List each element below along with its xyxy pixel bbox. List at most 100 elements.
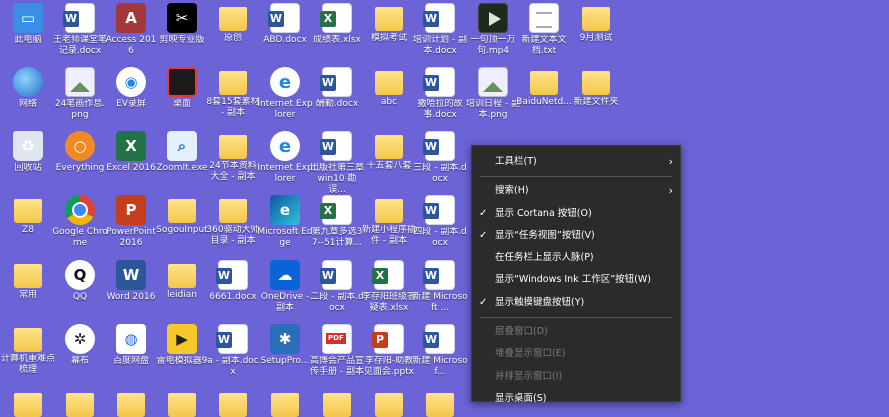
desktop-icon[interactable]: a - 副本.docx [205, 324, 261, 378]
desktop-icon[interactable]: abc [361, 67, 417, 108]
menu-item[interactable]: ✓ 显示 Cortana 按钮(O) [472, 203, 680, 225]
desktop-icon[interactable]: W Word 2016 [103, 260, 159, 303]
desktop-icon[interactable]: 新建文件夹 [568, 67, 624, 108]
desktop-icon[interactable] [205, 389, 261, 417]
desktop-icon-label: a - 副本.docx [207, 356, 259, 377]
desktop-icon[interactable]: ⌕ ZoomIt.exe [154, 131, 210, 174]
desktop-icon[interactable]: ✲ 幕布 [52, 324, 108, 367]
dark-icon [167, 67, 197, 97]
desktop-icon[interactable] [412, 389, 468, 417]
desktop-icon[interactable]: e Microsoft Edge [257, 195, 313, 249]
desktop-icon[interactable]: 常用 [0, 260, 56, 301]
desktop-icon[interactable]: ☁ OneDrive - 副本 [257, 260, 313, 314]
desktop-icon[interactable]: Q QQ [52, 260, 108, 303]
menu-item-label: 搜索(H) [495, 185, 529, 197]
desktop-icon[interactable]: 8套15套素材 - 副本 [205, 67, 261, 119]
desktop-icon[interactable]: 新建小程序插件 - 副本 [361, 195, 417, 247]
folder-icon [271, 393, 299, 417]
menu-item[interactable]: 在任务栏上显示人脉(P) [472, 247, 680, 269]
word-icon [320, 131, 352, 161]
desktop-icon[interactable]: X Excel 2016 [103, 131, 159, 174]
ppt-icon [372, 324, 404, 354]
menu-item-label: 显示“Windows Ink 工作区”按钮(W) [495, 274, 651, 286]
desktop-icon[interactable]: 新建 Microsof... [412, 324, 468, 378]
desktop-icon[interactable]: 王老师课堂笔记录.docx [52, 3, 108, 57]
desktop-icon[interactable]: 360驱动大师目录 - 副本 [205, 195, 261, 247]
desktop-icon[interactable] [154, 389, 210, 417]
desktop-icon[interactable]: A Access 2016 [103, 3, 159, 57]
desktop-icon[interactable]: ◍ 百度网盘 [103, 324, 159, 367]
desktop-icon[interactable] [0, 389, 56, 417]
desktop-icon[interactable] [309, 389, 365, 417]
desktop-icon[interactable]: 李存阳-助教见面会.pptx [361, 324, 417, 378]
desktop-icon-label: 幕布 [70, 356, 89, 366]
desktop-icon[interactable]: 9月测试 [568, 3, 624, 44]
menu-item[interactable]: ✓ 显示触摸键盘按钮(Y) [472, 292, 680, 314]
desktop-icon[interactable]: 模拟考试 [361, 3, 417, 44]
folder-icon [582, 7, 610, 31]
desktop-icon[interactable]: 原创 [205, 3, 261, 44]
desktop-icon[interactable]: 24笔画作息.png [52, 67, 108, 121]
desktop-icon[interactable]: 第九章多选37--51计算... [309, 195, 365, 249]
menu-item[interactable]: ✓ 显示“任务视图”按钮(V) [472, 225, 680, 247]
desktop-icon[interactable]: ▭ 此电脑 [0, 3, 56, 46]
menu-item[interactable]: 搜索(H) › [472, 180, 680, 202]
word-icon [423, 3, 455, 33]
desktop-icon[interactable]: 新建 Microsoft ... [412, 260, 468, 314]
desktop-icon[interactable]: ABD.docx [257, 3, 313, 46]
desktop-icon[interactable]: ▶ 雷电模拟器9 [154, 324, 210, 367]
desktop-icon[interactable]: e Internet Explorer [257, 131, 313, 185]
menu-item-label: 显示桌面(S) [495, 392, 547, 404]
desktop-icon[interactable]: 培训日程 - 副本.png [465, 67, 521, 121]
menu-item[interactable]: 显示“Windows Ink 工作区”按钮(W) [472, 269, 680, 291]
desktop-icon[interactable]: SogouInput [154, 195, 210, 236]
desktop-icon[interactable]: 撒哈拉的故事.docx [412, 67, 468, 121]
desktop-icon[interactable]: ♻ 回收站 [0, 131, 56, 174]
desktop-icon[interactable]: leidian [154, 260, 210, 301]
desktop-icon[interactable]: 高博会产品宣传手册 - 副本 [309, 324, 365, 378]
desktop-icon[interactable]: 培训计划 - 副本.docx [412, 3, 468, 57]
desktop-icon-label: Z8 [22, 225, 34, 235]
desktop-icon[interactable]: 网络 [0, 67, 56, 110]
desktop-icon[interactable]: ✱ SetupPro... [257, 324, 313, 367]
desktop-icon[interactable]: 出版社第三章win10 勘误... [309, 131, 365, 196]
desktop-icon-label: 培训日程 - 副本.png [466, 99, 520, 120]
desktop-icon[interactable]: 成绩表.xlsx [309, 3, 365, 46]
desktop-icon[interactable]: 酬勤.docx [309, 67, 365, 110]
desktop-icon-label: 培训计划 - 副本.docx [413, 35, 467, 56]
desktop-icon[interactable]: P PowerPoint 2016 [103, 195, 159, 249]
desktop-icon[interactable]: 四段 - 副本.docx [412, 195, 468, 249]
folder-icon [14, 393, 42, 417]
desktop-icon[interactable]: ○ Everything [52, 131, 108, 174]
desktop-icon-label: 剪映专业版 [159, 35, 205, 45]
desktop-icon[interactable]: Z8 [0, 195, 56, 236]
desktop-icon[interactable]: ✂ 剪映专业版 [154, 3, 210, 46]
folder-icon [375, 199, 403, 223]
desktop-icon[interactable]: BaiduNetd... [516, 67, 572, 108]
desktop-icon[interactable] [103, 389, 159, 417]
desktop-icon-label: 此电脑 [14, 35, 42, 45]
desktop-icon[interactable]: e Internet Explorer [257, 67, 313, 121]
desktop-icon[interactable]: ◉ EV录屏 [103, 67, 159, 110]
desktop-icon[interactable]: 三段 - 副本.docx [412, 131, 468, 185]
capcut-icon: ✂ [167, 3, 197, 33]
word-icon [216, 260, 248, 290]
desktop-icon[interactable]: 24节本资料大全 - 副本 [205, 131, 261, 183]
desktop-icon[interactable] [257, 389, 313, 417]
desktop-icon-label: Microsoft Edge [257, 227, 313, 248]
ev-icon: ◉ [116, 67, 146, 97]
desktop-icon[interactable]: 一句顶一万句.mp4 [465, 3, 521, 57]
menu-item[interactable]: 显示桌面(S) [472, 388, 680, 410]
desktop-icon[interactable]: 6661.docx [205, 260, 261, 303]
desktop-icon[interactable]: 桌面 [154, 67, 210, 110]
folder-icon [219, 135, 247, 159]
desktop-icon[interactable] [361, 389, 417, 417]
desktop-icon[interactable]: 计算机重难点梳理 [0, 324, 56, 376]
desktop-icon[interactable] [52, 389, 108, 417]
desktop-icon[interactable]: 新建文本文档.txt [516, 3, 572, 57]
desktop-icon[interactable]: 李存阳班级答疑表.xlsx [361, 260, 417, 314]
desktop-icon[interactable]: 二段 - 副本.docx [309, 260, 365, 314]
desktop-icon[interactable]: Google Chrome [52, 195, 108, 249]
menu-item[interactable]: 工具栏(T) › [472, 151, 680, 173]
desktop-icon[interactable]: 十五套八套 [361, 131, 417, 172]
